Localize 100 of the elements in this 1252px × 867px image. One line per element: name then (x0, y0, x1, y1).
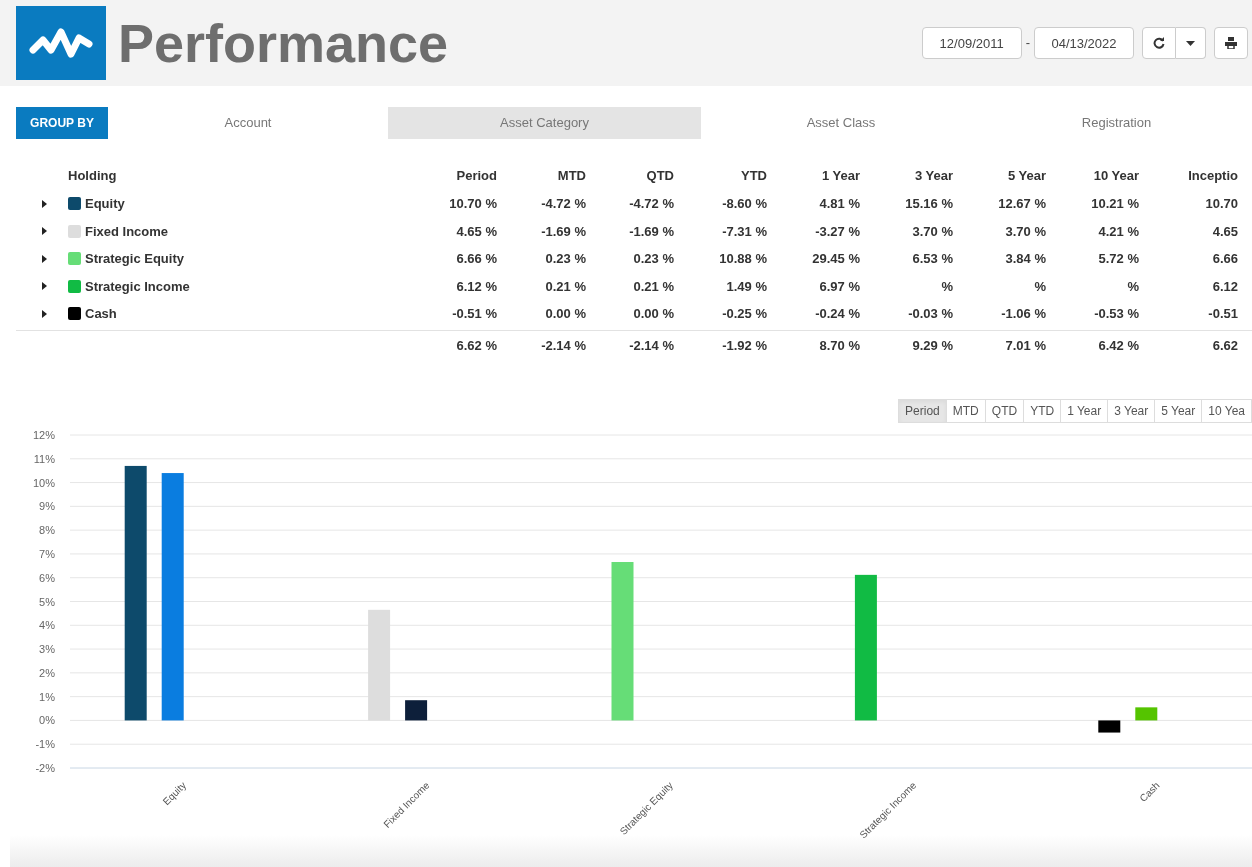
table-cell-text: 0.21 % (544, 277, 586, 296)
table-cell-text: -0.53 % (1093, 305, 1139, 323)
axis-tick-label: 7% (39, 547, 55, 560)
date-separator: - (1025, 34, 1030, 53)
table-cell-text: -0.24 % (814, 305, 860, 323)
table-cell-text: 0.00 % (632, 305, 674, 323)
start-date-field[interactable]: 12/09/2011 (921, 27, 1022, 59)
holding-name: Fixed Income (85, 222, 170, 241)
table-cell-text: 4.21 % (1097, 222, 1139, 241)
period-toggle[interactable]: 10 Yea (1201, 398, 1252, 423)
refresh-button[interactable] (1142, 27, 1176, 59)
table-cell-text: 6.97 % (818, 277, 860, 296)
print-button[interactable] (1214, 27, 1248, 59)
table-cell-text: 4.81 % (818, 195, 860, 213)
chart-bar (405, 699, 428, 720)
table-cell-text: -1.69 % (628, 222, 674, 241)
table-cell-text: -7.31 % (721, 222, 767, 241)
table-cell-text: 15.16 % (904, 195, 953, 213)
table-cell-text: 4.65 % (455, 222, 497, 241)
total-cell-text: 6.62 (1211, 336, 1238, 355)
axis-tick-label: 12% (32, 428, 55, 441)
column-header: Period (455, 167, 497, 186)
print-icon (1225, 37, 1237, 49)
axis-tick-label: 8% (39, 523, 55, 536)
total-cell-text: -2.14 % (540, 336, 586, 355)
group-by-label: GROUP BY (16, 107, 108, 139)
table-cell-text: 6.66 (1211, 250, 1238, 268)
table-cell-text: -4.72 % (540, 195, 586, 213)
table-cell-text: -0.03 % (907, 305, 953, 323)
table-cell-text: 4.65 (1211, 222, 1238, 241)
table-cell-text: 0.00 % (544, 305, 586, 323)
table-cell-text: % (940, 277, 953, 296)
axis-tick-label: 9% (39, 499, 55, 512)
total-cell-text: 7.01 % (1004, 336, 1046, 355)
table-cell-text: -0.51 % (451, 305, 497, 323)
table-cell-text: -1.06 % (1000, 305, 1046, 323)
table-cell-text: 10.21 % (1090, 195, 1139, 213)
chart-bar (1098, 719, 1121, 733)
period-toggle[interactable]: YTD (1023, 398, 1062, 423)
column-header: 5 Year (1006, 167, 1046, 186)
axis-tick-label: 10% (32, 476, 55, 489)
column-header: Holding (68, 167, 118, 186)
table-cell-text: 0.23 % (632, 250, 674, 268)
table-cell-text: 5.72 % (1097, 250, 1139, 268)
axis-tick-label: 2% (39, 666, 55, 679)
axis-tick-label: 6% (39, 571, 55, 584)
table-cell-text: % (1033, 277, 1046, 296)
axis-tick-label: 4% (39, 618, 55, 631)
table-cell-text: -8.60 % (721, 195, 767, 213)
column-header: Inceptio (1187, 167, 1238, 186)
column-header: QTD (645, 167, 674, 186)
column-header: MTD (556, 167, 586, 186)
table-cell-text: 29.45 % (811, 250, 860, 268)
holding-name: Equity (85, 195, 126, 213)
holding-name: Strategic Income (85, 277, 191, 296)
axis-tick-label: 5% (39, 595, 55, 607)
dropdown-button[interactable] (1176, 27, 1206, 59)
total-cell-text: -1.92 % (721, 336, 767, 355)
end-date-field[interactable]: 04/13/2022 (1034, 27, 1134, 59)
table-cell-text: -0.51 (1207, 305, 1238, 323)
holding-name: Cash (85, 305, 118, 323)
period-toggle[interactable]: 3 Year (1107, 398, 1156, 423)
group-by-tab[interactable]: Asset Category (388, 107, 701, 139)
period-toggle[interactable]: MTD (945, 398, 986, 423)
logo-icon (16, 6, 106, 80)
period-toggle[interactable]: Period (898, 398, 947, 423)
period-toggle[interactable]: 1 Year (1060, 398, 1109, 423)
column-header: YTD (740, 167, 767, 186)
axis-tick-label: -2% (35, 761, 55, 774)
axis-tick-label: 11% (33, 452, 55, 465)
column-header: 10 Year (1092, 167, 1139, 186)
total-cell-text: 9.29 % (911, 336, 953, 355)
caret-icon (1186, 40, 1195, 46)
table-cell-text: 1.49 % (725, 277, 767, 296)
table-cell-text: 10.88 % (718, 250, 767, 268)
holding-name: Strategic Equity (85, 250, 185, 268)
table-cell-text: -4.72 % (628, 195, 674, 213)
table-cell-text: -0.25 % (721, 305, 767, 323)
axis-tick-label: 0% (39, 713, 55, 726)
total-cell-text: 6.42 % (1097, 336, 1139, 355)
table-cell-text: 0.21 % (632, 277, 674, 296)
table-cell-text: % (1126, 277, 1139, 296)
column-header: 1 Year (820, 167, 860, 186)
table-cell-text: 6.12 (1211, 277, 1238, 296)
table-cell-text: -1.69 % (540, 222, 586, 241)
table-cell-text: 3.70 % (911, 222, 953, 241)
page-title: Performance (118, 16, 449, 70)
table-cell-text: 3.84 % (1004, 250, 1046, 268)
table-cell-text: 6.53 % (911, 250, 953, 268)
total-cell-text: -2.14 % (628, 336, 674, 355)
period-toggle[interactable]: QTD (984, 398, 1025, 423)
table-cell-text: 12.67 % (997, 195, 1046, 213)
axis-tick-label: 3% (39, 642, 55, 655)
refresh-icon (1153, 37, 1165, 49)
total-cell-text: 8.70 % (818, 336, 860, 355)
table-cell-text: 0.23 % (544, 250, 586, 268)
period-toggle[interactable]: 5 Year (1154, 398, 1203, 423)
table-cell-text: -3.27 % (814, 222, 860, 241)
chart-bar (1135, 706, 1158, 720)
table-cell-text: 10.70 % (448, 195, 497, 213)
